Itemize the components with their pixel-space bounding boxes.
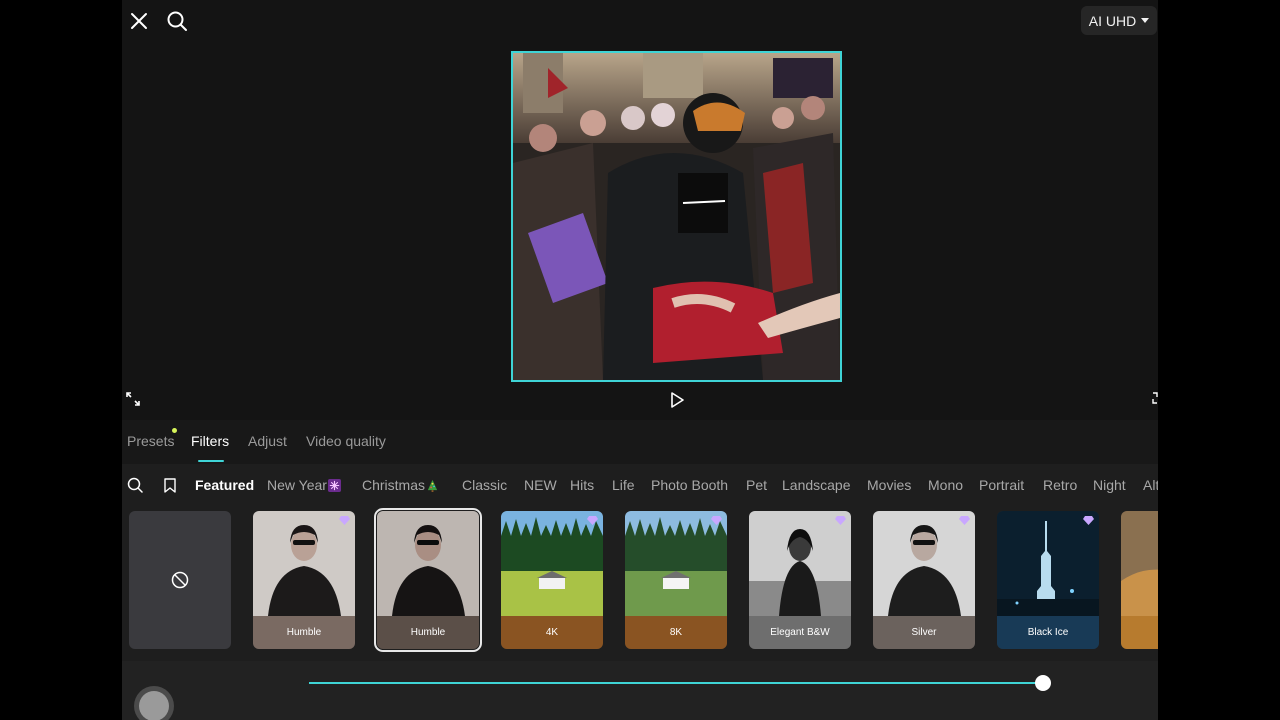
desert-thumbnail xyxy=(1121,511,1158,616)
filter-8k[interactable]: 8K xyxy=(625,511,727,649)
category-new-year[interactable]: New Year xyxy=(267,477,341,493)
chevron-down-icon xyxy=(1141,17,1150,23)
filter-search-button[interactable] xyxy=(126,476,144,494)
play-icon xyxy=(671,392,684,408)
premium-gem-icon xyxy=(1083,516,1094,525)
filter-tiles: Humble Humble 4K 8K Elegant B&W Silver B… xyxy=(122,508,1158,652)
premium-gem-icon xyxy=(835,516,846,525)
landscape-thumbnail xyxy=(625,511,727,616)
category-featured[interactable]: Featured xyxy=(195,477,254,493)
portrait-thumbnail xyxy=(377,511,479,616)
close-icon xyxy=(131,13,147,29)
filter-label: Elegant B&W xyxy=(749,616,851,649)
active-tab-indicator xyxy=(198,460,224,462)
christmas-tree-icon xyxy=(427,479,438,492)
video-frame-image xyxy=(513,53,840,380)
filter-humble-selected[interactable]: Humble xyxy=(374,508,482,652)
category-movies[interactable]: Movies xyxy=(867,477,911,493)
category-classic[interactable]: Classic xyxy=(462,477,507,493)
video-preview[interactable] xyxy=(511,51,842,382)
filter-label: 8K xyxy=(625,616,727,649)
category-christmas-label: Christmas xyxy=(362,477,426,493)
video-editor: AI UHD Presets Filters Adjust Video qual… xyxy=(122,0,1158,720)
filter-label: Humble xyxy=(377,616,479,649)
filter-4k[interactable]: 4K xyxy=(501,511,603,649)
night-city-thumbnail xyxy=(997,511,1099,616)
tab-adjust[interactable]: Adjust xyxy=(248,433,287,449)
intensity-slider-row xyxy=(122,661,1158,720)
firework-icon xyxy=(327,479,341,492)
category-mono[interactable]: Mono xyxy=(928,477,963,493)
portrait-thumbnail xyxy=(253,511,355,616)
category-christmas[interactable]: Christmas xyxy=(362,477,439,493)
category-pet[interactable]: Pet xyxy=(746,477,767,493)
expand-icon xyxy=(126,392,140,406)
category-new-year-label: New Year xyxy=(267,477,327,493)
play-button[interactable] xyxy=(666,389,688,411)
tab-video-quality[interactable]: Video quality xyxy=(306,433,386,449)
premium-gem-icon xyxy=(339,516,350,525)
tab-presets[interactable]: Presets xyxy=(127,433,174,449)
filter-label: Humble xyxy=(253,616,355,649)
search-button[interactable] xyxy=(164,8,190,34)
category-life[interactable]: Life xyxy=(612,477,635,493)
category-night[interactable]: Night xyxy=(1093,477,1126,493)
category-landscape[interactable]: Landscape xyxy=(782,477,851,493)
filters-panel: Presets Filters Adjust Video quality Fea… xyxy=(122,420,1158,720)
filter-none[interactable] xyxy=(129,511,231,649)
premium-gem-icon xyxy=(711,516,722,525)
filter-label: 4K xyxy=(501,616,603,649)
category-alt[interactable]: Alt xyxy=(1143,477,1158,493)
search-icon xyxy=(127,477,143,493)
filter-label: Silver xyxy=(873,616,975,649)
quality-label: AI UHD xyxy=(1088,12,1137,29)
fullscreen-button[interactable] xyxy=(124,390,142,408)
filter-humble[interactable]: Humble xyxy=(253,511,355,649)
filter-label-partial xyxy=(1121,616,1158,649)
search-icon xyxy=(167,11,187,31)
category-portrait[interactable]: Portrait xyxy=(979,477,1024,493)
category-photo-booth[interactable]: Photo Booth xyxy=(651,477,728,493)
filter-next-partial[interactable] xyxy=(1121,511,1158,649)
intensity-slider-knob[interactable] xyxy=(1035,675,1051,691)
filter-black-ice[interactable]: Black Ice xyxy=(997,511,1099,649)
new-indicator-dot xyxy=(172,428,177,433)
compare-button[interactable] xyxy=(134,686,174,720)
no-filter-icon xyxy=(171,571,189,589)
category-retro[interactable]: Retro xyxy=(1043,477,1077,493)
portrait-thumbnail xyxy=(873,511,975,616)
filter-label: Black Ice xyxy=(997,616,1099,649)
tab-filters[interactable]: Filters xyxy=(191,433,229,449)
category-hits[interactable]: Hits xyxy=(570,477,594,493)
landscape-thumbnail xyxy=(501,511,603,616)
tab-bar: Presets Filters Adjust Video quality xyxy=(122,420,1158,464)
bookmark-icon xyxy=(164,477,176,493)
category-new[interactable]: NEW xyxy=(524,477,557,493)
close-button[interactable] xyxy=(126,8,152,34)
bw-portrait-thumbnail xyxy=(749,511,851,616)
premium-gem-icon xyxy=(959,516,970,525)
saved-filters-button[interactable] xyxy=(162,476,178,494)
resize-handle[interactable] xyxy=(1150,390,1158,406)
intensity-slider-track[interactable] xyxy=(309,682,1043,684)
filter-silver[interactable]: Silver xyxy=(873,511,975,649)
preview-area: AI UHD xyxy=(122,0,1158,420)
quality-dropdown[interactable]: AI UHD xyxy=(1081,6,1157,35)
premium-gem-icon xyxy=(587,516,598,525)
resize-icon xyxy=(1152,392,1158,404)
filter-categories: Featured New Year Christmas Classic NEW … xyxy=(122,470,1158,500)
filter-elegant-bw[interactable]: Elegant B&W xyxy=(749,511,851,649)
